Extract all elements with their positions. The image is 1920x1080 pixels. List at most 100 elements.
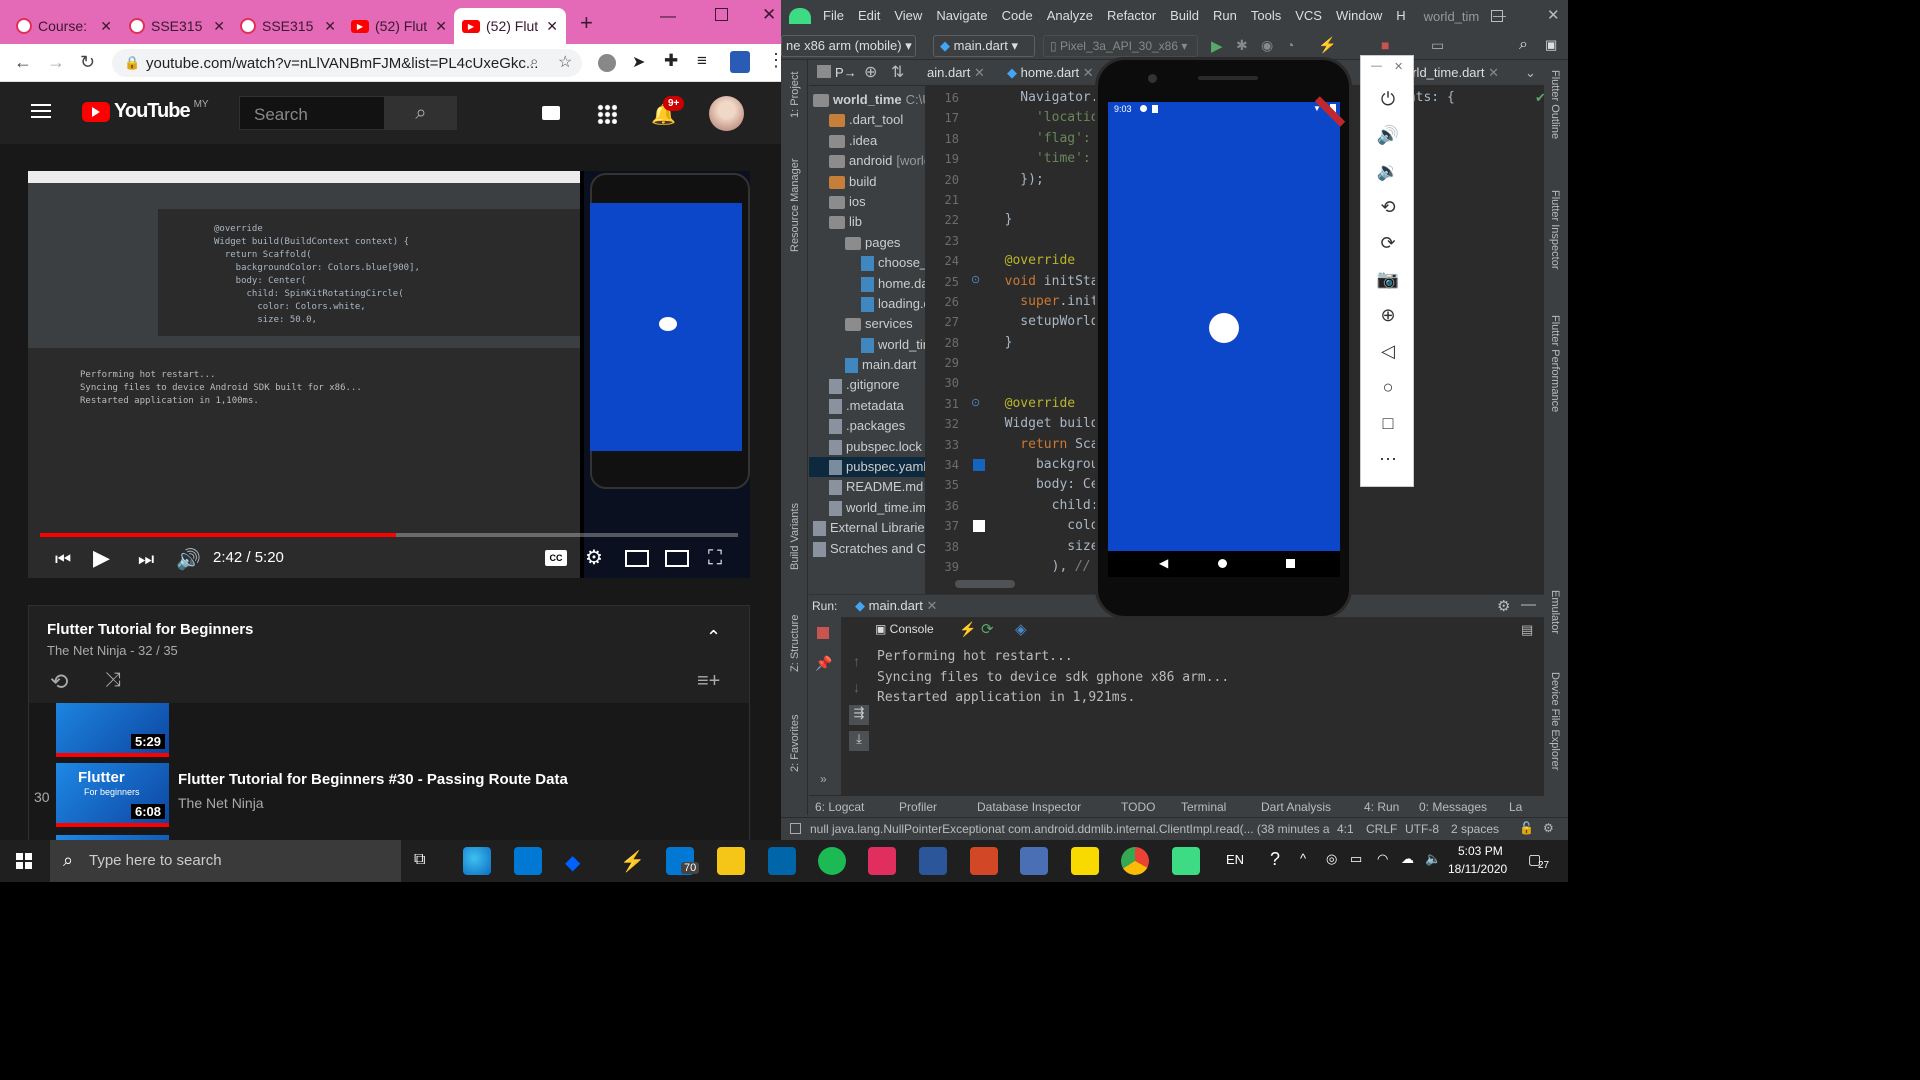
profile-icon[interactable]: ◔ [1286,37,1294,53]
browser-tab[interactable]: ▶ (52) Flut ✕ [343,8,455,44]
stop-run-icon[interactable] [817,627,829,639]
playlist-title[interactable]: Flutter Tutorial for Beginners [47,621,253,638]
file-encoding[interactable]: UTF-8 [1405,822,1439,836]
chrome-icon[interactable] [1121,847,1149,875]
scroll-to-end-icon[interactable]: ⤓ [849,731,869,751]
home-circle-icon[interactable]: ○ [1366,369,1410,405]
tree-item[interactable]: Scratches and Consol [809,539,925,559]
more-options-icon[interactable]: ⋯ [1366,441,1410,477]
tree-item[interactable]: .metadata [809,396,925,416]
settings-gear-icon[interactable]: ⚙ [585,545,603,570]
clock-date[interactable]: 18/11/2020 [1448,862,1507,876]
build-variants-tool-tab[interactable]: Build Variants [789,503,801,570]
menu-item[interactable]: Run [1213,8,1237,23]
stop-icon[interactable]: ■ [1381,37,1389,53]
create-video-icon[interactable] [542,106,560,120]
dropbox-icon[interactable]: ◆ [565,850,580,875]
back-triangle-icon[interactable]: ◁ [1366,333,1410,369]
minimize-button[interactable]: — [660,8,676,26]
devtools-icon[interactable]: ◈ [1015,620,1027,638]
android-studio-icon[interactable] [1172,847,1200,875]
battery-tray-icon[interactable]: ▭ [1350,851,1362,867]
bottom-tool-tab[interactable]: Terminal [1181,800,1226,814]
device-selector[interactable]: ne x86 arm (mobile) ▾ [781,35,916,57]
tree-item[interactable]: android[world_ti [809,151,925,171]
hot-restart-icon[interactable]: ⟳ [981,620,994,638]
fullscreen-icon[interactable]: ⛶ [708,547,722,570]
tree-item[interactable]: home.dart [809,274,925,294]
tree-item[interactable]: .dart_tool [809,110,925,130]
bookmark-star-icon[interactable]: ☆ [558,52,572,72]
powerpoint-icon[interactable] [970,847,998,875]
back-arrow-icon[interactable]: ← [14,52,32,73]
youtube-search-input[interactable]: Search [239,96,385,130]
maximize-button[interactable] [715,8,728,21]
browser-tab[interactable]: ▶ (52) Flut ✕ [454,8,566,44]
bottom-tool-tab[interactable]: 4: Run [1364,800,1399,814]
media-queue-icon[interactable]: ≡ [697,51,707,71]
editor-tab-main[interactable]: ain.dart ✕ [927,65,985,81]
menu-item[interactable]: Edit [858,8,880,23]
tree-item[interactable]: ios [809,192,925,212]
close-tab-icon[interactable]: ✕ [324,18,336,35]
tree-item[interactable]: loading.da [809,294,925,314]
flutter-inspector-tool-tab[interactable]: Flutter Inspector [1549,190,1561,269]
override-marker-icon[interactable]: ⊙ [971,396,980,409]
theater-mode-icon[interactable] [665,550,689,567]
bottom-tool-tab[interactable]: Dart Analysis [1261,800,1331,814]
run-config-tab[interactable]: ◆ main.dart ✕ [855,598,937,614]
tree-item[interactable]: choose_loc [809,253,925,273]
sticky-notes-icon[interactable] [1071,847,1099,875]
bottom-tool-tab[interactable]: Profiler [899,800,937,814]
soft-wrap-icon[interactable]: ⇶ [849,705,869,725]
device-file-explorer-tool-tab[interactable]: Device File Explorer [1549,672,1561,770]
rotate-right-icon[interactable]: ⟳ [1366,225,1410,261]
favorites-tool-tab[interactable]: 2: Favorites [789,715,801,772]
editor-tab-home[interactable]: ◆ home.dart ✕ [1007,65,1094,81]
close-window-button[interactable]: ✕ [762,5,776,25]
forward-arrow-icon[interactable]: → [47,52,65,73]
next-video-icon[interactable]: ⏭ [138,549,154,570]
nav-home-icon[interactable] [1218,559,1227,568]
hot-reload-console-icon[interactable]: ⚡ [959,621,976,638]
tree-item[interactable]: External Libraries [809,518,925,538]
menu-item[interactable]: Analyze [1047,8,1093,23]
bottom-tool-tab[interactable]: TODO [1121,800,1155,814]
flutter-logo-icon[interactable]: ⚡ [620,849,645,874]
youtube-logo[interactable]: YouTube MY [82,99,209,123]
bottom-tool-tab[interactable]: 0: Messages [1419,800,1487,814]
chat-app-icon[interactable] [868,847,896,875]
browser-tab[interactable]: Course: ✕ [8,8,120,44]
studio-close-button[interactable]: ✕ [1547,6,1560,24]
menu-item[interactable]: Navigate [936,8,987,23]
tab-list-chevron-icon[interactable]: ⌄ [1525,65,1536,81]
miniplayer-icon[interactable] [625,550,649,567]
tree-item[interactable]: .idea [809,131,925,151]
tree-item[interactable]: pubspec.lock [809,437,925,457]
line-separator[interactable]: CRLF [1366,822,1397,836]
clock-time[interactable]: 5:03 PM [1458,844,1503,858]
flutter-performance-tool-tab[interactable]: Flutter Performance [1549,315,1561,412]
cursor-position[interactable]: 4:1 [1337,822,1354,836]
studio-settings-icon[interactable]: ▣ [1545,37,1557,53]
previous-video-icon[interactable]: ⏮ [55,549,71,570]
collapse-chevron-icon[interactable]: ⌃ [706,627,721,648]
tree-item[interactable]: lib [809,212,925,232]
screenshot-camera-icon[interactable]: 📷 [1366,261,1410,297]
wifi-tray-icon[interactable]: ◠ [1377,851,1388,867]
volume-down-icon[interactable]: 🔉 [1366,153,1410,189]
studio-search-icon[interactable]: ⌕ [1519,36,1528,54]
tray-app-icon[interactable]: ◎ [1326,851,1337,867]
video-progress-track[interactable] [40,533,738,537]
save-playlist-icon[interactable]: ≡+ [697,670,720,693]
emulator-tool-tab[interactable]: Emulator [1549,590,1561,634]
tree-item[interactable]: .gitignore [809,375,925,395]
zoom-icon[interactable]: ⌕ [530,53,538,70]
project-tool-tab[interactable]: 1: Project [789,72,801,118]
captions-icon[interactable]: CC [545,550,567,566]
emulator-minimize-button[interactable]: — [1371,60,1382,72]
menu-item[interactable]: View [894,8,922,23]
menu-item[interactable]: File [823,8,844,23]
new-tab-button[interactable]: + [580,10,593,36]
menu-item[interactable]: Tools [1251,8,1281,23]
